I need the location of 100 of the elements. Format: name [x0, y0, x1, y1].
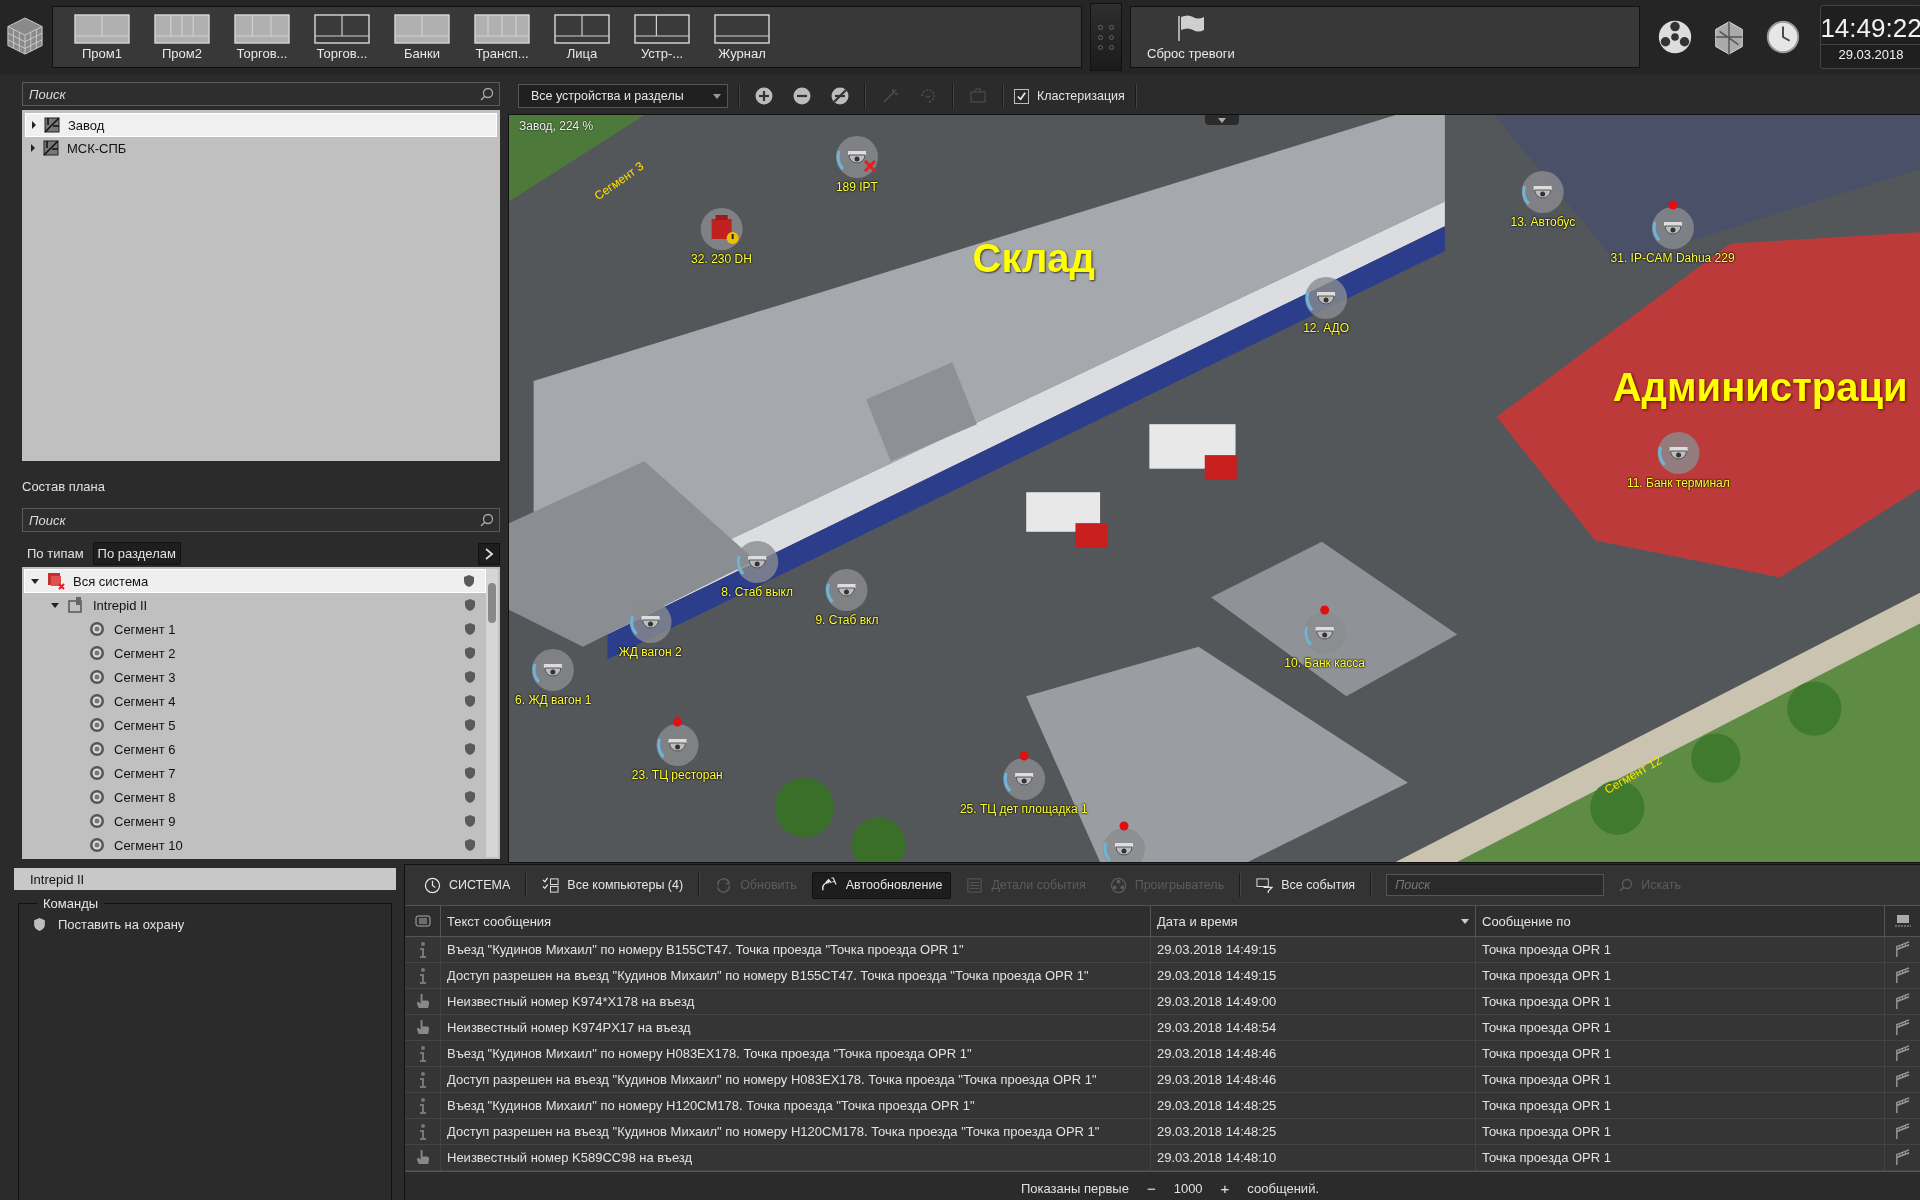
source-cell: Точка проезда OPR 1	[1476, 937, 1885, 962]
tree-item[interactable]: Сегмент 3	[24, 665, 486, 689]
layout-button[interactable]: Торгов...	[223, 13, 301, 61]
tree-item[interactable]: Сегмент 4	[24, 689, 486, 713]
message-cell: Въезд "Кудинов Михаил" по номеру B155CT47. Точка проезда "Точка проезда OPR 1"	[441, 937, 1151, 962]
search-icon	[480, 513, 494, 527]
message-cell: Доступ разрешен на въезд "Кудинов Михаил" по номеру H083EX178. Точка проезда "Точка проезда OPR 1"	[441, 1067, 1151, 1092]
camera-icon[interactable]	[1302, 605, 1347, 656]
player-icon	[1109, 876, 1127, 894]
filter-dropdown[interactable]: Все устройства и разделы	[518, 84, 728, 108]
layout-button[interactable]: Журнал	[703, 13, 781, 61]
layout-button[interactable]: Трансп...	[463, 13, 541, 61]
source-cell: Точка проезда OPR 1	[1476, 989, 1885, 1014]
plan-icon	[44, 117, 60, 133]
shield-icon	[464, 838, 476, 852]
alarm-zone-highlight[interactable]	[1496, 231, 1920, 578]
tab[interactable]: По типам	[22, 542, 89, 565]
toolbar-button[interactable]: Все компьютеры (4)	[533, 871, 693, 899]
tree-label: Сегмент 5	[114, 717, 177, 733]
event-row[interactable]: Доступ разрешен на въезд "Кудинов Михаил" по номеру B155CT47. Точка проезда "Точка проезда OPR 1" 29.03.2018 14:49:15 Точка проезда OPR 1	[405, 963, 1920, 989]
tree-label: Сегмент 4	[114, 693, 177, 709]
tree-item[interactable]: Сегмент 6	[24, 737, 486, 761]
ring-icon	[88, 620, 106, 638]
tree-item[interactable]: Сегмент 9	[24, 809, 486, 833]
layout-button[interactable]: Пром1	[63, 13, 141, 61]
layout-grid-icon	[154, 13, 210, 44]
toolbar-button[interactable]: Автообновление	[811, 871, 952, 899]
chevron-right-icon	[484, 547, 494, 560]
collapse-tab[interactable]	[1205, 115, 1239, 125]
object-title: Intrepid II	[14, 868, 396, 890]
layout-button[interactable]: Устр-...	[623, 13, 701, 61]
increase-button[interactable]: +	[1216, 1179, 1234, 1197]
event-row[interactable]: Въезд "Кудинов Михаил" по номеру H120CM178. Точка проезда "Точка проезда OPR 1" 29.03.2018 14:48:25 Точка проезда OPR 1	[405, 1093, 1920, 1119]
film-reel-icon[interactable]	[1656, 18, 1694, 56]
tree-item[interactable]: Сегмент 1	[24, 617, 486, 641]
shield-icon	[464, 814, 476, 828]
column-header[interactable]: Сообщение по	[1476, 906, 1885, 936]
tree-item[interactable]: Сегмент 2	[24, 641, 486, 665]
barrier-icon	[1894, 1019, 1911, 1036]
shield-icon	[464, 742, 476, 756]
details-icon	[966, 876, 984, 894]
checkmark-icon	[1016, 90, 1027, 102]
expand-arrow-icon[interactable]	[32, 121, 36, 129]
toolbar-button[interactable]: СИСТЕМА	[415, 871, 520, 899]
tree-item[interactable]: Вся система	[24, 569, 486, 593]
camera-label: 11. Банк терминал	[1626, 475, 1730, 490]
alarm-reset-button[interactable]: Сброс тревоги	[1143, 13, 1239, 61]
layout-button[interactable]: Торгов...	[303, 13, 381, 61]
tree-item[interactable]: Сегмент 7	[24, 761, 486, 785]
zoom-in-icon	[754, 86, 774, 106]
zoom-out-icon	[792, 86, 812, 106]
barrier-icon	[1894, 1045, 1911, 1062]
plan-label: МСК-СПБ	[67, 140, 127, 156]
hand-icon	[415, 1149, 430, 1166]
ring-icon	[88, 764, 106, 782]
layout-button[interactable]: Лица	[543, 13, 621, 61]
scrollbar[interactable]	[486, 569, 498, 857]
event-row[interactable]: Доступ разрешен на въезд "Кудинов Михаил" по номеру H083EX178. Точка проезда "Точка проезда OPR 1" 29.03.2018 14:48:46 Точка проезда OPR 1	[405, 1067, 1920, 1093]
shield-icon	[33, 917, 46, 932]
tree-label: Вся система	[73, 573, 150, 589]
search-field[interactable]: Поиск	[22, 508, 500, 532]
expand-arrow-icon[interactable]	[51, 602, 59, 608]
plan-item[interactable]: МСК-СПБ	[25, 137, 497, 159]
layout-button[interactable]: Пром2	[143, 13, 221, 61]
source-cell: Точка проезда OPR 1	[1476, 1067, 1885, 1092]
column-header[interactable]: Дата и время	[1151, 906, 1476, 936]
tree-item[interactable]: Сегмент 8	[24, 785, 486, 809]
datetime-cell: 29.03.2018 14:48:10	[1151, 1145, 1476, 1170]
event-row[interactable]: Въезд "Кудинов Михаил" по номеру H083EX178. Точка проезда "Точка проезда OPR 1" 29.03.2018 14:48:46 Точка проезда OPR 1	[405, 1041, 1920, 1067]
camera-icon[interactable]	[655, 716, 700, 767]
plan-item[interactable]: Завод	[25, 113, 497, 137]
event-row[interactable]: Неизвестный номер K974PX17 на въезд 29.03.2018 14:48:54 Точка проезда OPR 1	[405, 1015, 1920, 1041]
source-cell: Точка проезда OPR 1	[1476, 1015, 1885, 1040]
next-button[interactable]	[478, 542, 500, 565]
event-search-field[interactable]: Поиск	[1386, 874, 1605, 896]
event-row[interactable]: Доступ разрешен на въезд "Кудинов Михаил" по номеру H120CM178. Точка проезда "Точка проезда OPR 1" 29.03.2018 14:48:25 Точка проезда OPR 1	[405, 1119, 1920, 1145]
toolbar-button[interactable]: Все события	[1247, 871, 1365, 899]
decrease-button[interactable]: −	[1142, 1179, 1160, 1197]
panel-grip[interactable]	[1090, 3, 1122, 71]
expand-arrow-icon[interactable]	[31, 144, 35, 152]
camera-icon[interactable]	[1650, 199, 1695, 250]
clock-icon[interactable]	[1764, 18, 1802, 56]
camera-label: 31. IP-CAM Dahua 229	[1610, 250, 1735, 265]
event-row[interactable]: Въезд "Кудинов Михаил" по номеру B155CT47. Точка проезда "Точка проезда OPR 1" 29.03.2018 14:49:15 Точка проезда OPR 1	[405, 937, 1920, 963]
column-header[interactable]: Текст сообщения	[441, 906, 1151, 936]
clustering-checkbox[interactable]: Кластеризация	[1014, 88, 1125, 104]
search-field[interactable]: Поиск	[22, 82, 500, 106]
barrier-icon	[1894, 993, 1911, 1010]
event-row[interactable]: Неизвестный номер K589CC98 на въезд 29.03.2018 14:48:10 Точка проезда OPR 1	[405, 1145, 1920, 1171]
section-title: Состав плана	[22, 479, 106, 494]
expand-arrow-icon[interactable]	[31, 578, 39, 584]
tree-item[interactable]: Сегмент 5	[24, 713, 486, 737]
tab[interactable]: По разделам	[92, 542, 181, 565]
command-item[interactable]: Поставить на охрану	[29, 913, 381, 936]
tree-item[interactable]: Сегмент 10	[24, 833, 486, 857]
layout-grid-icon	[314, 13, 370, 44]
layout-button[interactable]: Банки	[383, 13, 461, 61]
tree-item[interactable]: Intrepid II	[24, 593, 486, 617]
event-row[interactable]: Неизвестный номер K974*X178 на въезд 29.03.2018 14:49:00 Точка проезда OPR 1	[405, 989, 1920, 1015]
camera-icon[interactable]	[1001, 751, 1046, 802]
